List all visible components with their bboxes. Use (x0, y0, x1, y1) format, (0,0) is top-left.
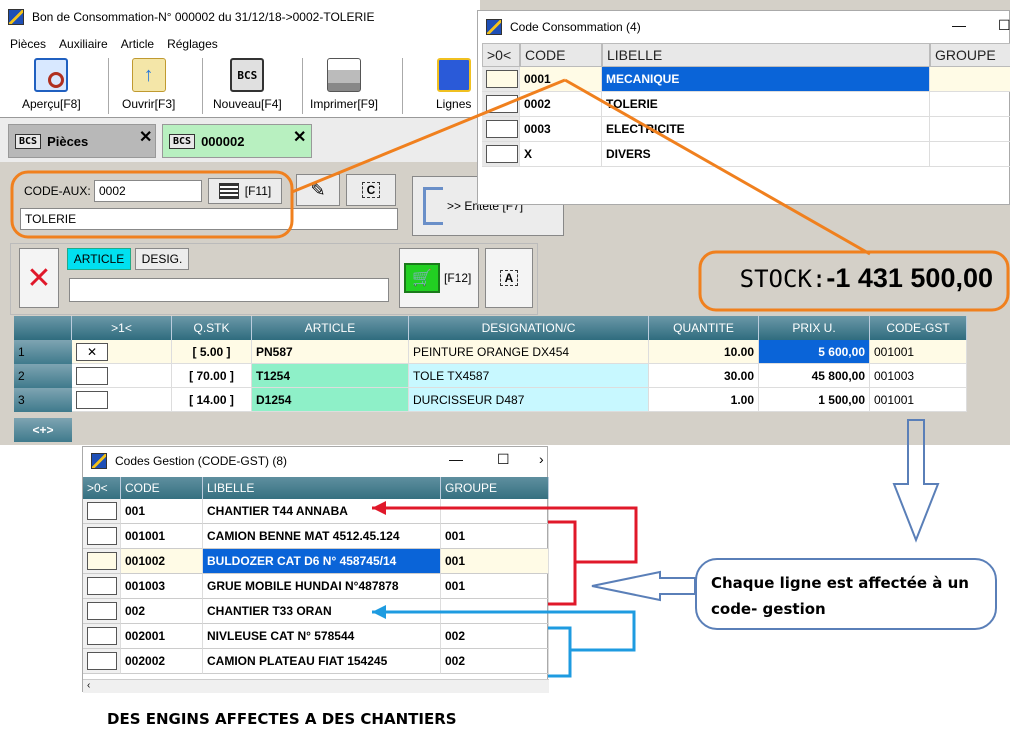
red-arrow-head (372, 501, 386, 515)
orange-box-stock (698, 250, 1010, 312)
down-arrow-icon (892, 419, 940, 543)
red-arrow-line (372, 506, 638, 564)
red-bracket (548, 520, 577, 606)
explanation-callout: Chaque ligne est affectée à un code- ges… (695, 558, 997, 630)
cyan-arrow-line (372, 610, 636, 652)
orange-line-to-code (291, 78, 566, 194)
caption: DES ENGINS AFFECTES A DES CHANTIERS (107, 710, 457, 728)
orange-box-code-aux (10, 170, 294, 239)
cyan-bracket (548, 626, 572, 678)
cyan-arrow-head (372, 605, 386, 619)
left-arrow-icon (591, 570, 696, 602)
orange-line-to-stock (564, 78, 871, 256)
